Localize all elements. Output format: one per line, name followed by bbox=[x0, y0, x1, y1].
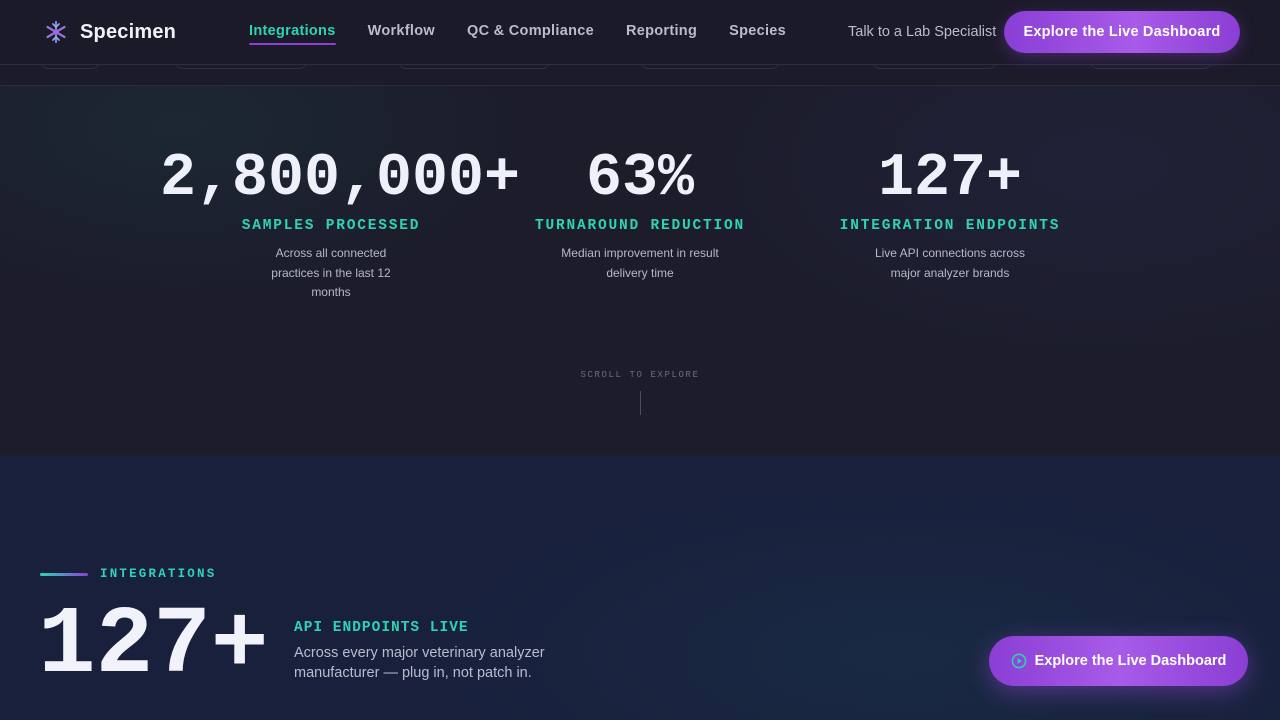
explore-dashboard-button[interactable]: Explore the Live Dashboard bbox=[1004, 11, 1240, 53]
nav-item-workflow[interactable]: Workflow bbox=[368, 23, 435, 45]
snowflake-asterisk-icon bbox=[46, 20, 66, 44]
brand-name: Specimen bbox=[80, 20, 177, 43]
endpoint-count: 127+ bbox=[38, 591, 269, 700]
stat-description: Live API connections across major analyz… bbox=[874, 246, 1026, 280]
eyebrow-label: INTEGRATIONS bbox=[100, 567, 217, 581]
stat-value: 2,800,000+ bbox=[160, 145, 521, 213]
stat-description: Across all connected practices in the la… bbox=[271, 246, 391, 299]
play-circle-icon bbox=[1011, 653, 1026, 669]
talk-to-specialist-link[interactable]: Talk to a Lab Specialist bbox=[848, 24, 996, 40]
stats-section: 2,800,000+ SAMPLES PROCESSED Across all … bbox=[0, 86, 1280, 455]
stat-turnaround: 63% TURNAROUND REDUCTION Median improvem… bbox=[530, 144, 750, 283]
nav-item-species[interactable]: Species bbox=[729, 23, 786, 45]
integrations-section: INTEGRATIONS 127+ API ENDPOINTS LIVE Acr… bbox=[0, 455, 1280, 720]
floating-dashboard-button[interactable]: Explore the Live Dashboard bbox=[989, 636, 1248, 686]
floating-cta-label: Explore the Live Dashboard bbox=[1034, 653, 1227, 669]
main-nav: Integrations Workflow QC & Compliance Re… bbox=[249, 23, 818, 45]
stat-samples: 2,800,000+ SAMPLES PROCESSED Across all … bbox=[160, 144, 521, 303]
section-eyebrow: INTEGRATIONS bbox=[40, 567, 216, 581]
nav-item-qc-compliance[interactable]: QC & Compliance bbox=[467, 23, 594, 45]
stat-endpoints: 127+ INTEGRATION ENDPOINTS Live API conn… bbox=[830, 144, 1070, 283]
api-endpoints-title: API ENDPOINTS LIVE bbox=[294, 620, 469, 636]
stat-value: 63% bbox=[585, 145, 695, 213]
site-header: Specimen Integrations Workflow QC & Comp… bbox=[0, 0, 1280, 65]
api-endpoints-description: Across every major veterinary analyzer m… bbox=[294, 645, 545, 681]
stat-description: Median improvement in result delivery ti… bbox=[561, 246, 719, 280]
scroll-indicator-line bbox=[640, 391, 641, 415]
eyebrow-accent-line bbox=[40, 572, 88, 576]
stat-label: INTEGRATION ENDPOINTS bbox=[839, 218, 1061, 234]
nav-item-integrations[interactable]: Integrations bbox=[249, 23, 336, 45]
scroll-hint: SCROLL TO EXPLORE bbox=[580, 370, 700, 380]
stat-label: SAMPLES PROCESSED bbox=[241, 218, 421, 234]
brand-logo[interactable]: Specimen bbox=[44, 19, 176, 45]
stat-label: TURNAROUND REDUCTION bbox=[534, 218, 746, 234]
nav-item-reporting[interactable]: Reporting bbox=[626, 23, 697, 45]
header-pill-strip bbox=[0, 53, 1280, 86]
stat-value: 127+ bbox=[877, 145, 1023, 213]
